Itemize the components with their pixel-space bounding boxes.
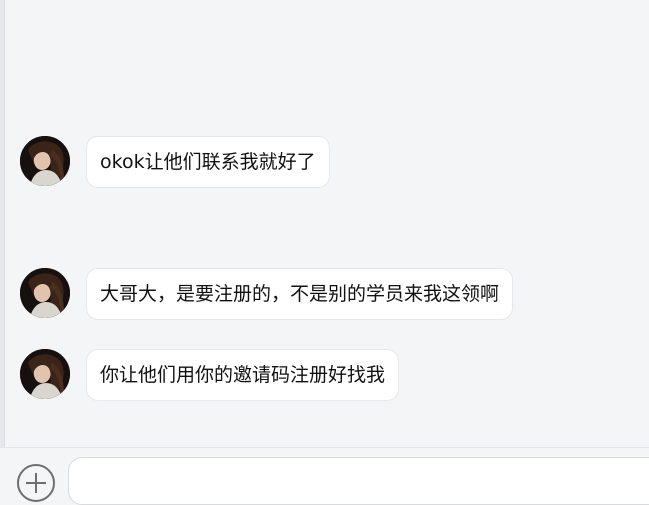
composer-bar (0, 447, 649, 505)
avatar[interactable] (20, 136, 70, 186)
message-bubble[interactable]: okok让他们联系我就好了 (86, 136, 330, 188)
plus-circle-icon[interactable] (17, 464, 55, 502)
avatar[interactable] (20, 268, 70, 318)
avatar[interactable] (20, 349, 70, 399)
message-input[interactable] (68, 457, 649, 505)
message-bubble[interactable]: 大哥大，是要注册的，不是别的学员来我这领啊 (86, 268, 514, 320)
message-bubble[interactable]: 你让他们用你的邀请码注册好找我 (86, 349, 400, 401)
message-list[interactable]: okok让他们联系我就好了 大哥大，是要注册的，不是别的学员来我这领啊 你让他们… (0, 0, 649, 447)
chat-window: okok让他们联系我就好了 大哥大，是要注册的，不是别的学员来我这领啊 你让他们… (0, 0, 649, 505)
